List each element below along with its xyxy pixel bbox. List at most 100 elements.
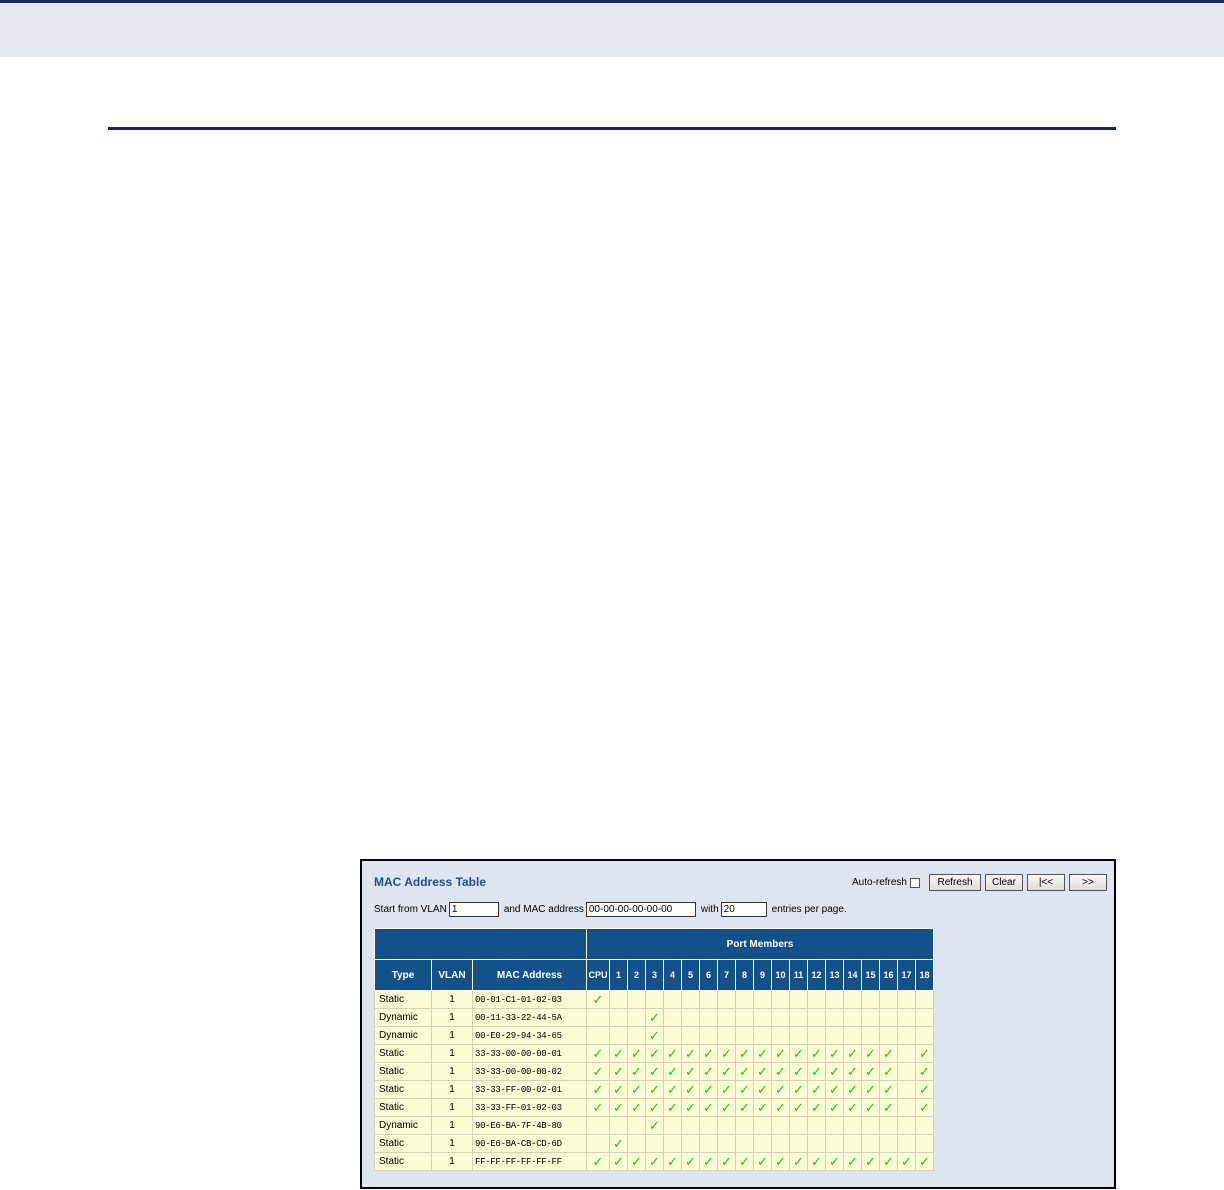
with-label: with xyxy=(700,904,719,915)
mac-cell: 33-33-FF-01-02-03 xyxy=(472,1098,587,1117)
checkmark-icon: ✓ xyxy=(757,1154,768,1169)
port-member-cell xyxy=(681,1116,700,1135)
start-mac-input[interactable] xyxy=(585,902,696,917)
auto-refresh-checkbox[interactable] xyxy=(910,877,920,888)
checkmark-icon: ✓ xyxy=(883,1082,894,1097)
port-member-cell xyxy=(586,1026,610,1045)
checkmark-icon: ✓ xyxy=(757,1046,768,1061)
table-row: Dynamic 1 90-E6-BA-7F-4B-80 ✓ xyxy=(374,1116,934,1135)
port-member-cell: ✓ xyxy=(609,1134,628,1153)
clear-button[interactable]: Clear xyxy=(985,874,1023,891)
port-member-cell xyxy=(825,1008,844,1027)
port-member-cell xyxy=(897,990,916,1009)
port-member-cell xyxy=(897,1008,916,1027)
port-header-9: 9 xyxy=(753,959,772,991)
port-member-cell xyxy=(663,1008,682,1027)
checkmark-icon: ✓ xyxy=(829,1100,840,1115)
port-member-cell xyxy=(897,1098,916,1117)
type-cell: Dynamic xyxy=(374,1116,432,1135)
port-member-cell: ✓ xyxy=(843,1044,862,1063)
port-member-cell: ✓ xyxy=(753,1152,772,1171)
checkmark-icon: ✓ xyxy=(592,992,604,1007)
checkmark-icon: ✓ xyxy=(649,1100,660,1115)
port-member-cell xyxy=(825,1026,844,1045)
checkmark-icon: ✓ xyxy=(811,1064,822,1079)
checkmark-icon: ✓ xyxy=(865,1064,876,1079)
checkmark-icon: ✓ xyxy=(775,1046,786,1061)
mac-header: MAC Address xyxy=(472,959,587,991)
port-member-cell: ✓ xyxy=(609,1044,628,1063)
table-row: Static 1 33-33-FF-01-02-03 ✓ ✓ ✓ ✓ ✓ ✓ ✓ ✓ ✓ ✓ ✓ ✓ ✓ ✓ ✓ ✓… xyxy=(374,1098,934,1117)
port-member-cell: ✓ xyxy=(825,1098,844,1117)
checkmark-icon: ✓ xyxy=(829,1082,840,1097)
port-member-cell xyxy=(897,1116,916,1135)
first-page-button[interactable]: |<< xyxy=(1027,874,1065,891)
port-member-cell: ✓ xyxy=(879,1152,898,1171)
port-member-cell: ✓ xyxy=(879,1098,898,1117)
checkmark-icon: ✓ xyxy=(847,1154,858,1169)
port-member-cell xyxy=(586,1008,610,1027)
port-member-cell: ✓ xyxy=(735,1044,754,1063)
port-member-cell: ✓ xyxy=(645,1080,664,1099)
port-member-cell: ✓ xyxy=(681,1080,700,1099)
port-member-cell xyxy=(861,1008,880,1027)
checkmark-icon: ✓ xyxy=(739,1046,750,1061)
port-member-cell: ✓ xyxy=(807,1044,826,1063)
port-member-cell: ✓ xyxy=(699,1062,718,1081)
port-member-cell: ✓ xyxy=(627,1098,646,1117)
port-member-cell xyxy=(663,1116,682,1135)
port-member-cell: ✓ xyxy=(717,1080,736,1099)
port-member-cell: ✓ xyxy=(609,1080,628,1099)
refresh-button[interactable]: Refresh xyxy=(929,874,981,891)
checkmark-icon: ✓ xyxy=(865,1154,876,1169)
port-member-cell: ✓ xyxy=(771,1098,790,1117)
port-member-cell xyxy=(681,1008,700,1027)
mac-address-table-panel: MAC Address Table Auto-refresh Refresh C… xyxy=(360,859,1116,1189)
port-header-11: 11 xyxy=(789,959,808,991)
port-member-cell: ✓ xyxy=(843,1152,862,1171)
checkmark-icon: ✓ xyxy=(631,1046,642,1061)
checkmark-icon: ✓ xyxy=(883,1100,894,1115)
section-divider xyxy=(108,127,1116,130)
port-header-7: 7 xyxy=(717,959,736,991)
port-member-cell xyxy=(807,1116,826,1135)
port-member-cell: ✓ xyxy=(843,1098,862,1117)
checkmark-icon: ✓ xyxy=(649,1046,660,1061)
checkmark-icon: ✓ xyxy=(613,1100,624,1115)
checkmark-icon: ✓ xyxy=(592,1082,604,1097)
port-member-cell xyxy=(843,1008,862,1027)
checkmark-icon: ✓ xyxy=(793,1154,804,1169)
start-vlan-input[interactable] xyxy=(448,902,499,917)
checkmark-icon: ✓ xyxy=(685,1064,696,1079)
port-member-cell xyxy=(915,1116,934,1135)
vlan-cell: 1 xyxy=(431,1044,473,1063)
port-member-cell: ✓ xyxy=(681,1044,700,1063)
port-member-cell xyxy=(681,1134,700,1153)
checkmark-icon: ✓ xyxy=(847,1082,858,1097)
port-member-cell xyxy=(753,990,772,1009)
auto-refresh-label: Auto-refresh xyxy=(851,877,907,888)
port-member-cell xyxy=(807,1008,826,1027)
checkmark-icon: ✓ xyxy=(685,1082,696,1097)
vlan-cell: 1 xyxy=(431,1062,473,1081)
port-member-cell xyxy=(879,1134,898,1153)
checkmark-icon: ✓ xyxy=(685,1046,696,1061)
checkmark-icon: ✓ xyxy=(685,1100,696,1115)
port-member-cell xyxy=(627,990,646,1009)
port-member-cell: ✓ xyxy=(681,1098,700,1117)
next-page-button[interactable]: >> xyxy=(1069,874,1107,891)
port-member-cell xyxy=(789,1116,808,1135)
port-member-cell: ✓ xyxy=(586,990,610,1009)
port-member-cell: ✓ xyxy=(663,1098,682,1117)
checkmark-icon: ✓ xyxy=(721,1154,732,1169)
port-member-cell xyxy=(717,990,736,1009)
checkmark-icon: ✓ xyxy=(703,1082,714,1097)
port-member-cell xyxy=(645,1134,664,1153)
port-member-cell: ✓ xyxy=(645,1008,664,1027)
page-header-band xyxy=(0,0,1224,57)
port-member-cell xyxy=(627,1134,646,1153)
checkmark-icon: ✓ xyxy=(649,1118,660,1133)
port-member-cell xyxy=(771,1134,790,1153)
port-member-cell xyxy=(699,1116,718,1135)
entries-per-page-input[interactable] xyxy=(720,902,767,917)
